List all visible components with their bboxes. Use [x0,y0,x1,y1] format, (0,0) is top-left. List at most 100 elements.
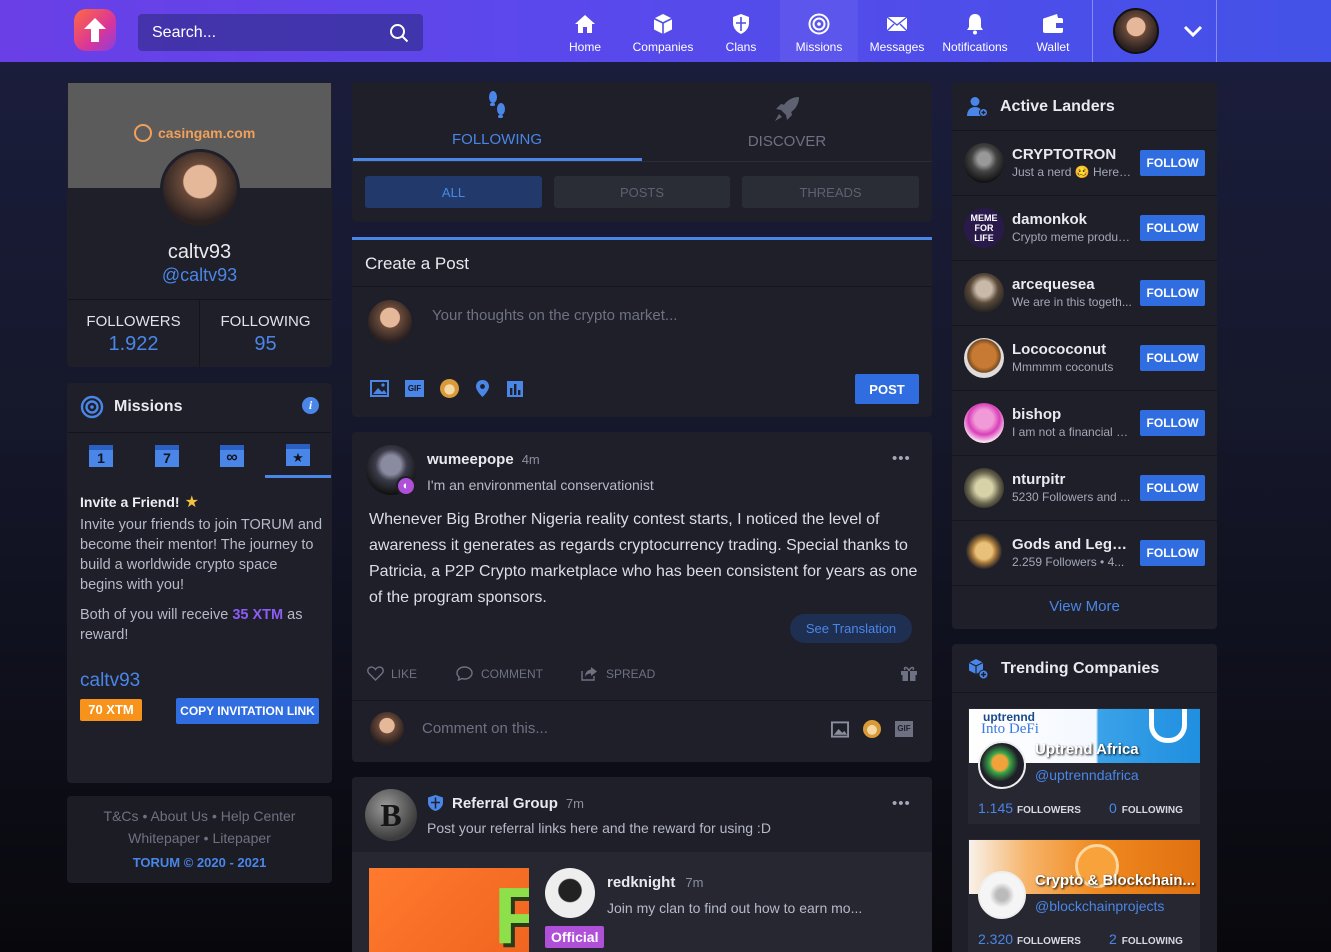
lander-item[interactable]: nturpitr 5230 Followers and ... FOLLOW [952,455,1217,519]
group-post-more-menu[interactable]: ••• [892,795,911,812]
post-author-bio: I'm an environmental conservationist [427,477,654,493]
follow-button[interactable]: FOLLOW [1140,279,1205,306]
footer-link-litepaper[interactable]: Litepaper [212,830,270,846]
follow-button[interactable]: FOLLOW [1140,214,1205,241]
mission-tab-weekly[interactable]: 7 [155,445,179,467]
search-input[interactable] [152,23,372,42]
lander-item[interactable]: MEME FOR LIFE damonkok Crypto meme produc..… [952,195,1217,259]
company-handle[interactable]: @blockchainprojects [1035,898,1164,914]
post-author-name[interactable]: wumeepope [427,451,514,468]
redknight-avatar[interactable] [545,868,595,918]
reward-amount: 35 XTM [232,607,284,623]
footer-links-row2: Whitepaper • Litepaper [128,830,271,846]
doge-icon[interactable] [863,720,881,738]
lander-avatar[interactable] [964,402,1004,443]
company-avatar[interactable] [978,871,1026,919]
follow-button[interactable]: FOLLOW [1140,539,1205,566]
lander-avatar[interactable] [964,467,1004,508]
profile-avatar[interactable] [160,149,240,229]
image-icon[interactable] [370,380,389,397]
like-button[interactable]: LIKE [367,666,417,681]
mission-tab-special[interactable]: ★ [286,444,310,466]
composer-input[interactable]: Your thoughts on the crypto market... [432,307,912,324]
lander-item[interactable]: Locococonut Mmmmm coconuts FOLLOW [952,325,1217,389]
user-menu[interactable] [1092,0,1217,62]
lander-name[interactable]: bishop [1012,406,1132,423]
follow-button[interactable]: FOLLOW [1140,344,1205,371]
lander-item[interactable]: arcequesea We are in this togeth... FOLLO… [952,260,1217,324]
follow-button[interactable]: FOLLOW [1140,474,1205,501]
lander-name[interactable]: Gods and Legen... [1012,536,1132,553]
lander-avatar[interactable] [964,532,1004,573]
search-bar[interactable] [138,14,423,51]
spread-button[interactable]: SPREAD [581,666,655,681]
comment-button[interactable]: COMMENT [456,666,543,681]
nav-wallet[interactable]: Wallet [1014,0,1092,62]
company-avatar[interactable] [978,741,1026,789]
copy-invitation-link-button[interactable]: COPY INVITATION LINK [176,698,319,724]
footer-link-whitepaper[interactable]: Whitepaper [128,830,200,846]
follow-button[interactable]: FOLLOW [1140,149,1205,176]
filter-posts[interactable]: POSTS [554,176,730,208]
mission-task-header: Invite a Friend! ★ [80,492,199,512]
see-translation-button[interactable]: See Translation [790,614,912,643]
active-landers-title: Active Landers [1000,97,1115,115]
tab-following[interactable]: FOLLOWING [352,90,642,148]
profile-handle[interactable]: @caltv93 [67,265,332,286]
filter-all[interactable]: ALL [365,176,542,208]
lander-avatar[interactable]: MEME FOR LIFE [964,207,1004,248]
lander-description: I am not a financial a... [1012,425,1133,439]
lander-name[interactable]: nturpitr [1012,471,1132,488]
mission-tab-infinite[interactable]: ∞ [220,445,244,467]
thumbnail-letter: F [494,871,529,952]
follow-button[interactable]: FOLLOW [1140,409,1205,436]
home-icon [575,15,595,33]
nav-missions[interactable]: Missions [780,0,858,62]
lander-name[interactable]: arcequesea [1012,276,1132,293]
bitcoin-group-avatar[interactable]: B [365,789,417,841]
nav-clans[interactable]: Clans [702,0,780,62]
lander-name[interactable]: Locococonut [1012,341,1132,358]
redknight-name[interactable]: redknight [607,874,675,891]
filter-threads[interactable]: THREADS [742,176,919,208]
chevron-down-icon[interactable] [1183,24,1203,38]
nav-companies[interactable]: Companies [624,0,702,62]
post-button[interactable]: POST [855,374,919,404]
gif-icon[interactable]: GIF [895,721,913,737]
comment-input[interactable]: Comment on this... [422,720,548,737]
location-pin-icon[interactable] [475,379,490,398]
mission-tab-daily[interactable]: 1 [89,445,113,467]
following-stat[interactable]: FOLLOWING 95 [200,313,331,356]
lander-avatar[interactable] [964,142,1004,183]
view-more-link[interactable]: View More [952,598,1217,615]
footer-link-help[interactable]: Help Center [221,808,296,824]
lander-item[interactable]: CRYPTOTRON Just a nerd 🥴 Here ... FOLLOW [952,130,1217,194]
nav-notifications[interactable]: Notifications [936,0,1014,62]
nav-home[interactable]: Home [546,0,624,62]
lander-avatar[interactable] [964,337,1004,378]
gif-icon[interactable]: GIF [405,380,424,397]
lander-name[interactable]: CRYPTOTRON [1012,146,1132,163]
post-more-menu[interactable]: ••• [892,450,911,467]
search-icon[interactable] [389,23,409,43]
image-icon[interactable] [831,720,849,738]
gift-icon[interactable] [900,665,918,682]
tab-discover[interactable]: DISCOVER [642,94,932,150]
user-avatar[interactable] [1113,8,1159,54]
nav-messages[interactable]: Messages [858,0,936,62]
poll-icon[interactable] [506,380,524,398]
torum-logo[interactable] [74,9,116,51]
lander-item[interactable]: Gods and Legen... 2.259 Followers • 4... … [952,520,1217,584]
doge-icon[interactable] [440,379,459,398]
company-banner-overlay: Uptrend Africa [1035,741,1139,758]
followers-stat[interactable]: FOLLOWERS 1.922 [68,313,199,356]
info-icon[interactable]: i [302,397,319,414]
lander-avatar[interactable] [964,272,1004,313]
group-name[interactable]: Referral Group [452,795,558,812]
footer-link-about[interactable]: About Us [150,808,208,824]
footer-link-terms[interactable]: T&Cs [104,808,139,824]
referral-thumbnail: F [369,868,529,952]
lander-name[interactable]: damonkok [1012,211,1132,228]
company-handle[interactable]: @uptrenndafrica [1035,767,1139,783]
lander-item[interactable]: bishop I am not a financial a... FOLLOW [952,390,1217,454]
